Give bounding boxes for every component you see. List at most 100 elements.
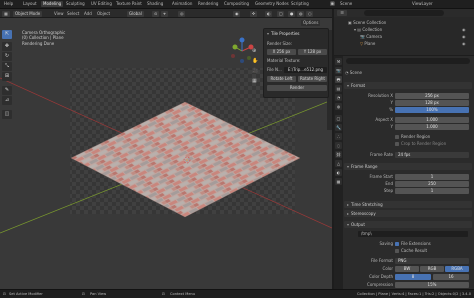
particles-tab-icon[interactable]: ∴	[335, 133, 342, 140]
frame-end-field[interactable]: 250	[395, 181, 469, 187]
options-dropdown[interactable]: Options	[301, 20, 321, 26]
overlay-icon[interactable]: ◐	[265, 10, 272, 17]
tab-shading[interactable]: Shading	[145, 1, 165, 7]
aspect-x-field[interactable]: 1.000	[395, 117, 469, 123]
tab-sculpting[interactable]: Sculpting	[64, 1, 87, 7]
snap-icon[interactable]: ⌖	[161, 10, 168, 17]
collection-row[interactable]: ▾ ▤ Collection	[354, 27, 382, 33]
frame-start-field[interactable]: 1	[395, 174, 469, 180]
scale-icon[interactable]: ⤡	[2, 62, 12, 71]
tool-tab-icon[interactable]: ⚒	[335, 58, 342, 65]
menu-select[interactable]: Select	[67, 11, 79, 17]
tab-rendering[interactable]: Rendering	[196, 1, 220, 7]
rotate-icon[interactable]: ↻	[2, 52, 12, 61]
measure-icon[interactable]: ⊿	[2, 96, 12, 105]
xray-icon[interactable]: ▢	[277, 10, 284, 17]
annotate-icon[interactable]: ✎	[2, 86, 12, 95]
mode-selector[interactable]: Object Mode	[13, 10, 43, 17]
output-section-header[interactable]: ▾ Output	[344, 221, 472, 228]
time-stretching-section-header[interactable]: ▸ Time Stretching	[344, 201, 472, 208]
file-extensions-checkbox[interactable]: File Extensions	[395, 241, 431, 247]
visibility-icon[interactable]: ◉	[233, 10, 240, 17]
resolution-percent-field[interactable]: 100%	[395, 107, 469, 113]
material-texture-label: Material Texture:	[267, 58, 301, 63]
editor-type-icon[interactable]: ▦	[2, 10, 10, 17]
shading-material-icon[interactable]: ◍	[297, 10, 304, 17]
add-cube-icon[interactable]: ◫	[2, 110, 12, 119]
rotate-left-button[interactable]: Rotate Left	[267, 76, 296, 82]
status-bar: ⊡ Set Active Modifier ⊡ Pan View ⊡ Conte…	[0, 289, 474, 298]
render-tab-icon[interactable]: 📷	[335, 67, 342, 74]
cursor-icon[interactable]: ⇱	[2, 30, 12, 39]
render-size-y[interactable]: Y 128 px	[298, 49, 327, 55]
resolution-y-field[interactable]: 128 px	[395, 100, 469, 106]
render-size-x[interactable]: X 256 px	[267, 49, 296, 55]
rotate-right-button[interactable]: Rotate Right	[298, 76, 327, 82]
move-icon[interactable]: ✥	[2, 42, 12, 51]
tab-geometry-nodes[interactable]: Geometry Nodes	[253, 1, 291, 7]
frame-rate-dropdown[interactable]: 24 fps	[395, 152, 469, 158]
file-path-field[interactable]: E:\Trip...e512.png	[284, 67, 327, 73]
output-path-field[interactable]: /tmp\	[358, 231, 468, 237]
pivot-icon[interactable]: ⊙	[152, 10, 159, 17]
camera-row[interactable]: 📷 Camera	[360, 34, 382, 40]
scene-icon: ▣	[330, 1, 335, 7]
properties-search-input[interactable]	[346, 58, 470, 64]
format-section-header[interactable]: ▾ Format	[344, 82, 472, 89]
color-depth-16-option[interactable]: 16	[433, 274, 469, 280]
zoom-icon[interactable]: ⊕	[252, 48, 256, 54]
tab-scripting[interactable]: Scripting	[289, 1, 311, 7]
gizmo-icon[interactable]: ✣	[250, 10, 257, 17]
menu-add[interactable]: Add	[84, 11, 92, 17]
transform-orientation[interactable]: Global	[127, 10, 144, 17]
scene-collection-row[interactable]: ▣ Scene Collection	[348, 20, 386, 26]
tab-texture-paint[interactable]: Texture Paint	[114, 1, 144, 7]
outliner-search-input[interactable]	[364, 10, 444, 16]
frame-range-section-header[interactable]: ▾ Frame Range	[344, 163, 472, 170]
shading-rendered-icon[interactable]: ○	[306, 10, 313, 17]
shading-solid-icon[interactable]: ●	[288, 10, 295, 17]
plane-visibility-icon[interactable]: ◉	[462, 41, 466, 46]
resolution-x-row: Resolution X 256 px	[345, 93, 471, 99]
tab-compositing[interactable]: Compositing	[222, 1, 251, 7]
viewlayer-selector[interactable]: ViewLayer	[412, 1, 433, 7]
color-rgba-option[interactable]: RGBA	[445, 266, 469, 272]
render-region-checkbox[interactable]: Render Region	[395, 134, 474, 140]
resolution-x-field[interactable]: 256 px	[395, 93, 469, 99]
outliner: ☰ ▣ Scene Collection ▾ ▤ Collection 📷 Ca…	[334, 9, 474, 55]
render-button[interactable]: Render	[267, 85, 327, 91]
compression-field[interactable]: 15%	[395, 282, 469, 288]
data-tab-icon[interactable]: △	[335, 160, 342, 167]
view-layer-tab-icon[interactable]: ▤	[335, 85, 342, 92]
physics-tab-icon[interactable]: ◌	[335, 142, 342, 149]
tab-modeling[interactable]: Modeling	[41, 1, 64, 7]
cache-result-checkbox[interactable]: Cache Result	[395, 248, 427, 254]
camera-visibility-icon[interactable]: ◉	[462, 34, 466, 39]
scene-selector[interactable]: Scene	[340, 1, 352, 7]
plane-row[interactable]: ▽ Plane	[360, 41, 375, 47]
menu-view[interactable]: View	[54, 11, 64, 17]
menu-help[interactable]: Help	[4, 1, 13, 7]
collection-visibility-icon[interactable]: ◉	[462, 27, 466, 32]
color-rgb-option[interactable]: RGB	[420, 266, 444, 272]
aspect-y-field[interactable]: 1.000	[395, 124, 469, 130]
output-tab-icon[interactable]: 🖶	[335, 76, 342, 83]
color-depth-8-option[interactable]: 8	[395, 274, 431, 280]
proportional-edit-icon[interactable]: ◎	[178, 10, 185, 17]
camera-view-icon[interactable]: 🎥	[252, 68, 258, 74]
tab-animation[interactable]: Animation	[170, 1, 194, 7]
tab-uv-editing[interactable]: UV Editing	[89, 1, 114, 7]
tab-layout[interactable]: Layout	[21, 1, 39, 7]
outliner-type-icon[interactable]: ☰	[337, 10, 347, 16]
panel-title[interactable]: ▾ Tile Properties	[267, 31, 325, 37]
active-object-info: (0) Collection | Plane	[22, 35, 64, 41]
pan-icon[interactable]: ✋	[252, 58, 258, 64]
frame-step-field[interactable]: 1	[395, 188, 469, 194]
color-bw-option[interactable]: BW	[395, 266, 419, 272]
file-format-dropdown[interactable]: PNG	[395, 258, 469, 264]
crop-region-checkbox[interactable]: Crop to Render Region	[395, 141, 474, 147]
grid-view-icon[interactable]: ▦	[252, 78, 257, 84]
stereoscopy-section-header[interactable]: ▸ Stereoscopy	[344, 210, 472, 217]
menu-object[interactable]: Object	[97, 11, 110, 17]
transform-icon[interactable]: ⊞	[2, 72, 12, 81]
